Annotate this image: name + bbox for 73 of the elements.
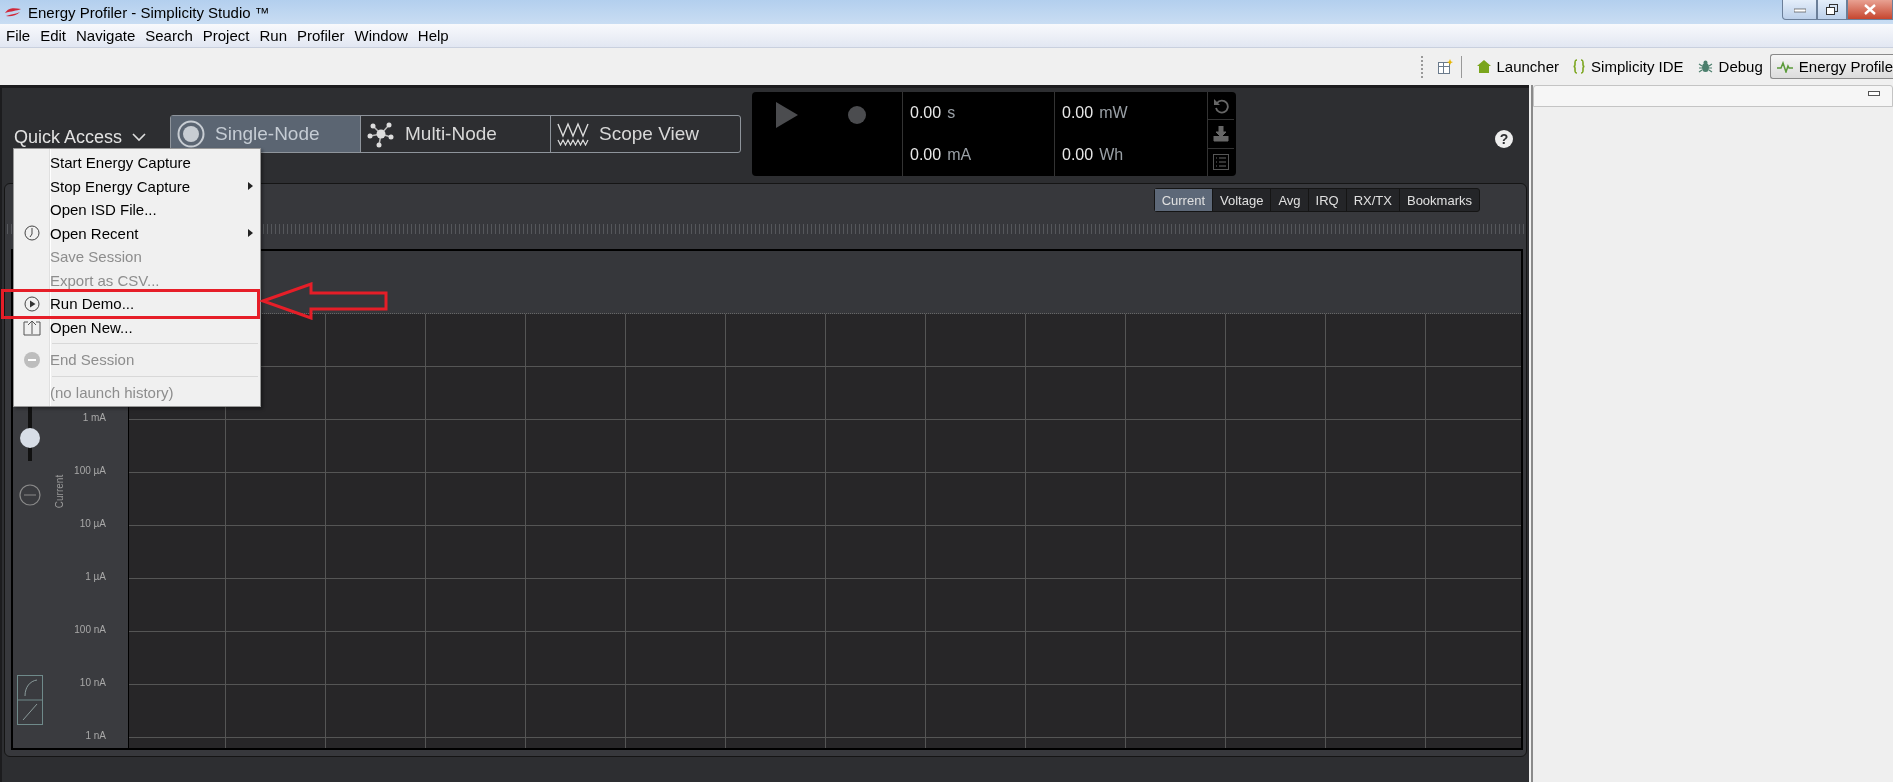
perspective-tab[interactable]: Launcher [1469, 54, 1567, 79]
menu-item[interactable]: Project [197, 27, 255, 44]
pulse-icon [1776, 60, 1793, 73]
quick-access-dropdown[interactable]: Quick Access [14, 127, 170, 148]
restore-icon [1826, 4, 1838, 15]
restore-button[interactable] [1817, 0, 1847, 20]
menu-item[interactable]: Help [412, 27, 454, 44]
play-icon [24, 295, 40, 312]
scale-toggle-icon[interactable] [17, 675, 43, 725]
list-icon[interactable] [1213, 154, 1229, 171]
help-button[interactable]: ? [1495, 130, 1513, 148]
window-title: Energy Profiler - Simplicity Studio ™ [28, 3, 270, 21]
braces-icon [1573, 59, 1586, 74]
menu-item[interactable]: Search [140, 27, 198, 44]
axis-label: 100 µA [74, 465, 106, 478]
chart-tab[interactable]: Current [1154, 189, 1212, 211]
menu-item[interactable]: Navigate [71, 27, 141, 44]
download-icon[interactable] [1213, 126, 1229, 142]
mode-tab[interactable]: Multi-Node [360, 116, 550, 152]
chart-tab[interactable]: RX/TX [1345, 189, 1399, 211]
mode-tab[interactable]: Single-Node [171, 116, 360, 152]
chart-tab[interactable]: IRQ [1307, 189, 1346, 211]
chevron-icon [132, 133, 147, 142]
house-icon [1476, 60, 1491, 73]
close-icon [1864, 4, 1876, 15]
metric-value: 0.00 [910, 104, 942, 122]
metric-unit: mW [1099, 104, 1128, 122]
axis-label: 1 µA [85, 571, 106, 584]
menu-item[interactable]: Stop Energy Capture [14, 174, 260, 198]
axis-label: 10 nA [79, 677, 106, 690]
menu-item[interactable]: Window [349, 27, 413, 44]
menu-item[interactable]: Open New... [14, 315, 260, 339]
mode-tab[interactable]: Scope View [550, 116, 740, 152]
metric-value: 0.00 [910, 146, 942, 164]
menu-item[interactable]: Open Recent [14, 221, 260, 245]
axis-title: Current [54, 474, 66, 509]
play-icon[interactable] [776, 102, 798, 128]
axis-label: 1 mA [82, 412, 106, 425]
metric-unit: s [947, 104, 956, 122]
perspective-tab[interactable]: Simplicity IDE [1566, 54, 1691, 79]
chart-tab[interactable]: Voltage [1212, 189, 1271, 211]
perspective-tab[interactable]: Energy Profile [1769, 54, 1893, 79]
export-icon [23, 318, 41, 337]
metric-unit: mA [947, 146, 972, 164]
menu-item[interactable]: Edit [35, 27, 72, 44]
record-icon[interactable] [848, 106, 866, 124]
app-logo-icon [4, 6, 22, 18]
chart-tab[interactable]: Bookmarks [1398, 189, 1479, 211]
close-button[interactable] [1847, 0, 1893, 20]
axis-label: 10 µA [79, 518, 106, 531]
open-perspective-icon[interactable] [1436, 58, 1453, 75]
stop-icon [24, 351, 40, 368]
minimize-icon[interactable] [1868, 91, 1880, 96]
metric-value: 0.00 [1062, 104, 1094, 122]
wave-icon [557, 122, 589, 146]
perspective-tab[interactable]: Debug [1690, 54, 1770, 79]
metric-unit: Wh [1099, 146, 1124, 164]
axis-label: 100 nA [74, 624, 106, 637]
radio-icon [177, 120, 205, 148]
chart-tab[interactable]: Avg [1270, 189, 1308, 211]
axis-label: 1 nA [85, 730, 106, 743]
minimize-icon [1793, 6, 1806, 13]
metric-value: 0.00 [1062, 146, 1094, 164]
menu-item[interactable]: Start Energy Capture [14, 151, 260, 175]
network-icon [367, 120, 395, 148]
menu-item[interactable]: Run Demo... [14, 292, 257, 316]
clock-icon [24, 225, 40, 242]
menu-item[interactable]: File [1, 27, 36, 44]
menu-item[interactable]: Open ISD File... [14, 198, 260, 222]
menu-item[interactable]: Run [254, 27, 292, 44]
bug-icon [1697, 59, 1713, 74]
reset-icon[interactable] [1213, 97, 1229, 114]
menu-item[interactable]: Profiler [292, 27, 350, 44]
